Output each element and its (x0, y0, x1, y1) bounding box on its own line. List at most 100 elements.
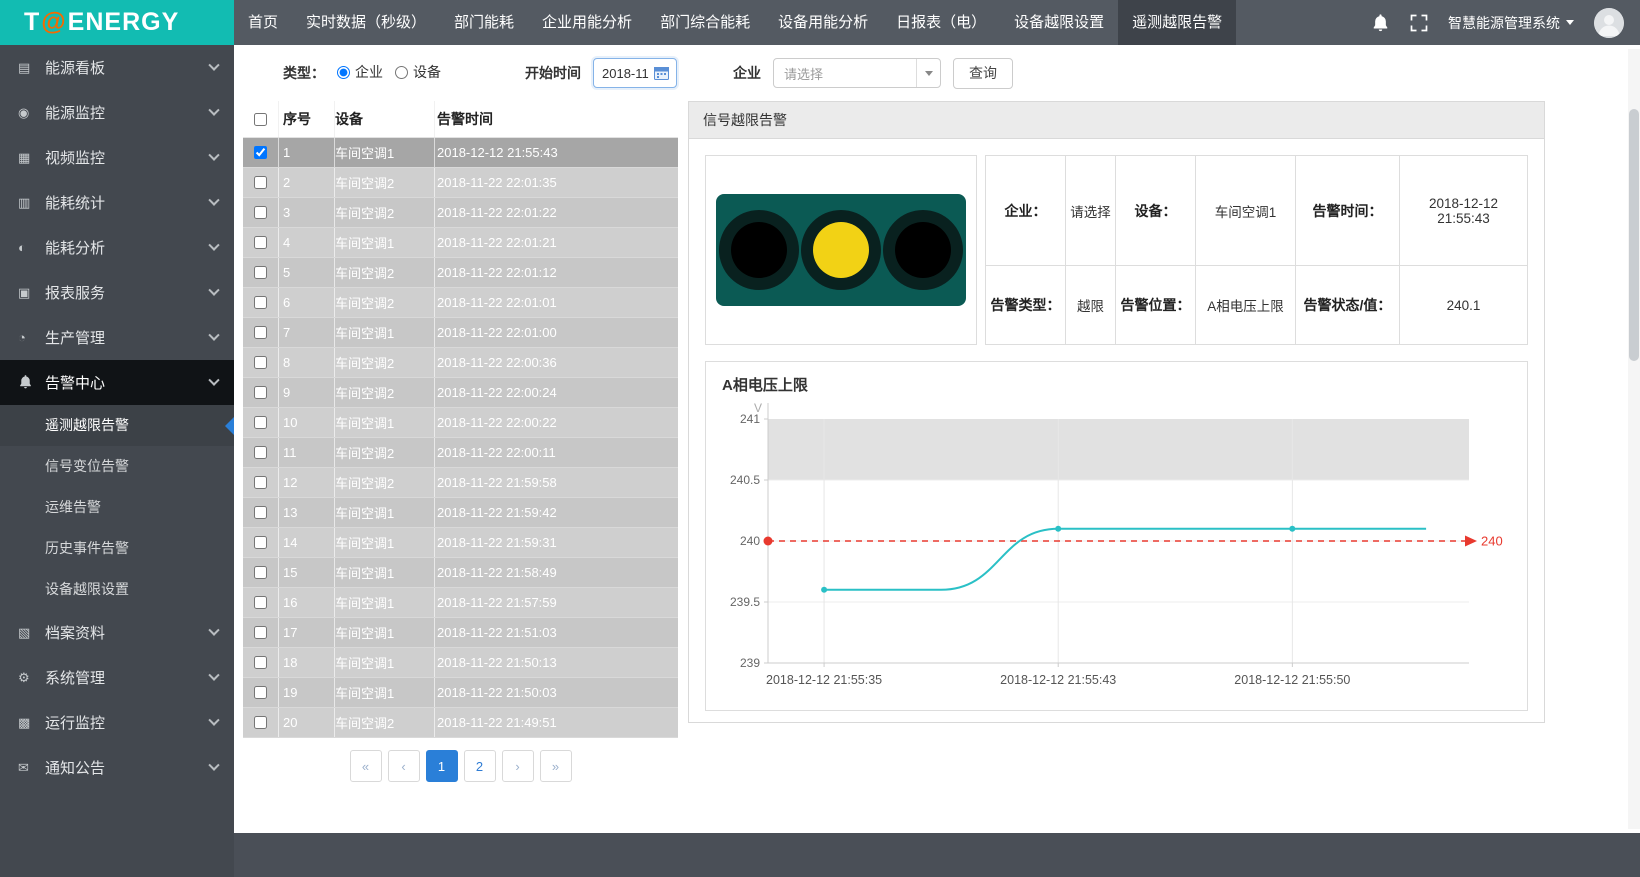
table-row[interactable]: 19 车间空调1 2018-11-22 21:50:03 (243, 678, 678, 708)
page-button[interactable]: 2 (464, 750, 496, 782)
row-checkbox[interactable] (254, 686, 267, 699)
sidebar-subitem[interactable]: 设备越限设置 (0, 569, 234, 610)
system-name-menu[interactable]: 智慧能源管理系统 (1448, 13, 1574, 33)
company-select[interactable]: 请选择 (773, 58, 941, 88)
row-checkbox[interactable] (254, 356, 267, 369)
page-button[interactable]: » (540, 750, 572, 782)
sidebar-item[interactable]: ◉能源监控 (0, 90, 234, 135)
row-checkbox[interactable] (254, 146, 267, 159)
table-row[interactable]: 12 车间空调2 2018-11-22 21:59:58 (243, 468, 678, 498)
page-button[interactable]: « (350, 750, 382, 782)
select-caret-icon (916, 59, 940, 87)
chevron-down-icon (208, 669, 219, 680)
sidebar-item[interactable]: ◐能耗分析 (0, 225, 234, 270)
type-radio-option[interactable]: 企业 (337, 62, 383, 82)
type-radio[interactable] (337, 66, 350, 79)
page-button[interactable]: › (502, 750, 534, 782)
type-label: 类型： (283, 63, 325, 83)
sidebar-subitem[interactable]: 运维告警 (0, 487, 234, 528)
top-nav-item[interactable]: 设备越限设置 (1000, 0, 1118, 45)
calendar-icon[interactable] (654, 66, 669, 80)
page-button[interactable]: ‹ (388, 750, 420, 782)
row-checkbox[interactable] (254, 476, 267, 489)
top-nav-item[interactable]: 部门综合能耗 (646, 0, 764, 45)
row-checkbox[interactable] (254, 386, 267, 399)
table-row[interactable]: 1 车间空调1 2018-12-12 21:55:43 (243, 138, 678, 168)
row-checkbox[interactable] (254, 716, 267, 729)
table-row[interactable]: 17 车间空调1 2018-11-22 21:51:03 (243, 618, 678, 648)
sidebar-item[interactable]: ◔生产管理 (0, 315, 234, 360)
top-nav-item[interactable]: 实时数据（秒级） (292, 0, 440, 45)
top-nav-item[interactable]: 设备用能分析 (764, 0, 882, 45)
row-checkbox[interactable] (254, 236, 267, 249)
table-row[interactable]: 11 车间空调2 2018-11-22 22:00:11 (243, 438, 678, 468)
sidebar-subitem[interactable]: 遥测越限告警 (0, 405, 234, 446)
top-nav-item[interactable]: 首页 (234, 0, 292, 45)
row-checkbox[interactable] (254, 206, 267, 219)
table-row[interactable]: 4 车间空调1 2018-11-22 22:01:21 (243, 228, 678, 258)
table-row[interactable]: 9 车间空调2 2018-11-22 22:00:24 (243, 378, 678, 408)
type-radio[interactable] (395, 66, 408, 79)
row-checkbox[interactable] (254, 326, 267, 339)
table-row[interactable]: 20 车间空调2 2018-11-22 21:49:51 (243, 708, 678, 738)
sidebar-item[interactable]: ▣报表服务 (0, 270, 234, 315)
cell-time: 2018-11-22 21:57:59 (435, 588, 678, 617)
table-row[interactable]: 10 车间空调1 2018-11-22 22:00:22 (243, 408, 678, 438)
row-checkbox[interactable] (254, 506, 267, 519)
video-monitor-icon: ▦ (18, 150, 45, 166)
table-row[interactable]: 8 车间空调2 2018-11-22 22:00:36 (243, 348, 678, 378)
row-checkbox[interactable] (254, 656, 267, 669)
row-checkbox[interactable] (254, 566, 267, 579)
cell-time: 2018-11-22 21:49:51 (435, 708, 678, 737)
table-row[interactable]: 14 车间空调1 2018-11-22 21:59:31 (243, 528, 678, 558)
table-row[interactable]: 5 车间空调2 2018-11-22 22:01:12 (243, 258, 678, 288)
sidebar-item[interactable]: ▧档案资料 (0, 610, 234, 655)
page-button[interactable]: 1 (426, 750, 458, 782)
fullscreen-icon[interactable] (1410, 14, 1428, 32)
sidebar-item[interactable]: ▦视频监控 (0, 135, 234, 180)
top-nav-item[interactable]: 部门能耗 (440, 0, 528, 45)
sidebar-item[interactable]: ▤能源看板 (0, 45, 234, 90)
series-point (1289, 526, 1295, 532)
sidebar-subitem[interactable]: 信号变位告警 (0, 446, 234, 487)
report-service-icon: ▣ (18, 285, 45, 301)
info-label: 告警时间： (1296, 156, 1400, 266)
notification-bell-icon[interactable] (1371, 13, 1390, 32)
top-nav-item[interactable]: 遥测越限告警 (1118, 0, 1236, 45)
table-row[interactable]: 13 车间空调1 2018-11-22 21:59:42 (243, 498, 678, 528)
table-row[interactable]: 16 车间空调1 2018-11-22 21:57:59 (243, 588, 678, 618)
start-time-input[interactable] (602, 66, 654, 81)
table-row[interactable]: 7 车间空调1 2018-11-22 22:01:00 (243, 318, 678, 348)
sidebar-item[interactable]: ▥能耗统计 (0, 180, 234, 225)
table-row[interactable]: 6 车间空调2 2018-11-22 22:01:01 (243, 288, 678, 318)
cell-device: 车间空调1 (335, 318, 435, 347)
row-checkbox[interactable] (254, 446, 267, 459)
row-checkbox[interactable] (254, 626, 267, 639)
table-row[interactable]: 18 车间空调1 2018-11-22 21:50:13 (243, 648, 678, 678)
top-nav-item[interactable]: 日报表（电） (882, 0, 1000, 45)
sidebar-item[interactable]: ✉通知公告 (0, 745, 234, 790)
cell-index: 20 (279, 708, 335, 737)
top-nav-item[interactable]: 企业用能分析 (528, 0, 646, 45)
row-checkbox[interactable] (254, 266, 267, 279)
select-all-checkbox[interactable] (254, 113, 267, 126)
row-checkbox[interactable] (254, 176, 267, 189)
sidebar-item[interactable]: ▩运行监控 (0, 700, 234, 745)
sidebar-item-label: 系统管理 (45, 667, 210, 688)
row-checkbox[interactable] (254, 596, 267, 609)
sidebar-item[interactable]: ⚙系统管理 (0, 655, 234, 700)
vertical-scrollbar[interactable] (1628, 49, 1640, 829)
table-row[interactable]: 3 车间空调2 2018-11-22 22:01:22 (243, 198, 678, 228)
type-radio-option[interactable]: 设备 (395, 62, 441, 82)
sidebar-item[interactable]: 告警中心 (0, 360, 234, 405)
row-checkbox[interactable] (254, 536, 267, 549)
query-button[interactable]: 查询 (953, 58, 1013, 89)
table-row[interactable]: 15 车间空调1 2018-11-22 21:58:49 (243, 558, 678, 588)
cell-device: 车间空调1 (335, 588, 435, 617)
sidebar-subitem[interactable]: 历史事件告警 (0, 528, 234, 569)
row-checkbox[interactable] (254, 416, 267, 429)
scrollbar-thumb[interactable] (1629, 109, 1639, 361)
row-checkbox[interactable] (254, 296, 267, 309)
user-avatar[interactable] (1594, 8, 1624, 38)
table-row[interactable]: 2 车间空调2 2018-11-22 22:01:35 (243, 168, 678, 198)
